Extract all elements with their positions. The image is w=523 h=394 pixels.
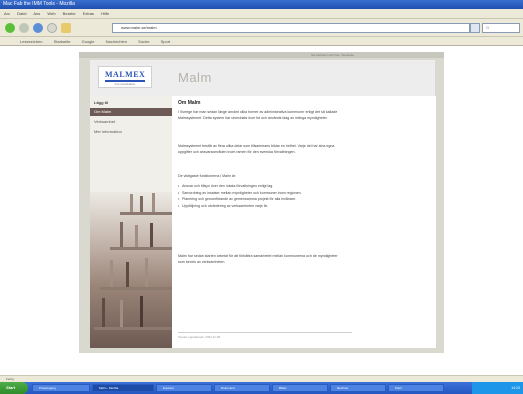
sidebar-item-more-info[interactable]: Mer information [90,128,172,136]
menu-item-view[interactable]: Ans [33,11,40,16]
bookmark-item[interactable]: Sport [161,39,171,44]
address-bar[interactable]: www.malm.se/malm [112,23,470,33]
content-paragraph: Malm har sedan starten arbetat för att f… [178,254,338,264]
taskbar-item[interactable]: Dokument [214,384,270,392]
content-list: Ansvar och tillsyn över den lokala förva… [178,184,340,210]
content-divider [178,332,352,333]
menu-item-file[interactable]: Arc [4,11,10,16]
bookshelf-image [90,192,172,348]
bookmark-item[interactable]: Lesezeichen [20,39,42,44]
logo-subtitle: Kommunikation [114,82,136,86]
forward-icon[interactable] [19,23,29,33]
sidebar-item-activities[interactable]: Verksamhet [90,118,172,126]
content-footer: Senast uppdaterad: 2004-11-08 [178,335,221,339]
reload-icon[interactable] [33,23,43,33]
navigation-toolbar: www.malm.se/malm G [0,19,523,37]
bookmarks-toolbar: Lesezeichen Startseite Google Nachrichte… [0,37,523,46]
sidebar-heading: Lägg til [94,100,109,105]
taskbar: Start Posteingang Malm - Mozilla Explore… [0,382,523,394]
stop-icon[interactable] [47,23,57,33]
taskbar-item[interactable]: Paint [388,384,444,392]
list-item: Planering och genomförande av gemensamma… [178,197,340,203]
content-title: Om Malm [178,100,201,106]
menu-item-go[interactable]: Web [47,11,55,16]
page-title: Malm [178,70,212,85]
content-paragraph: I Sverige har man sedan länge använt oli… [178,110,338,120]
search-input[interactable]: G [482,23,520,33]
content-paragraph: De viktigaste funktionerna i Malm är: [178,174,237,178]
main-content: Om Malm I Sverige har man sedan länge an… [172,96,436,348]
content-paragraph: Malmsystemet består av flera olika delar… [178,144,335,154]
taskbar-item[interactable]: Posteingang [32,384,90,392]
list-item: Uppföljning och utvärdering av verksamhe… [178,204,340,210]
menu-bar: Arc Datei Ans Web Bearbe Extras Hilfe [0,9,523,19]
menu-item-edit[interactable]: Datei [17,11,26,16]
menu-item-bookmarks[interactable]: Bearbe [63,11,76,16]
taskbar-item[interactable]: Bilder [272,384,328,392]
taskbar-item-active[interactable]: Malm - Mozilla [92,384,154,392]
page-viewport: Sie befinden sich hier: Startseite MALME… [0,46,523,368]
sidebar: Lägg til Om Malm Verksamhet Mer informat… [90,96,172,348]
menu-item-tools[interactable]: Extras [83,11,94,16]
bookmark-item[interactable]: Startseite [54,39,71,44]
list-item: Ansvar och tillsyn över den lokala förva… [178,184,340,190]
bookmark-item[interactable]: Nachrichten [106,39,127,44]
taskbar-item[interactable]: Rechner [330,384,386,392]
start-button[interactable]: Start [0,382,28,394]
list-item: Samordning av insatser mellan myndighete… [178,191,340,197]
taskbar-item[interactable]: Explorer [156,384,212,392]
status-bar: Fertig [0,375,523,382]
system-tray-clock[interactable]: 14:23 [472,382,523,394]
site-logo[interactable]: MALMEX Kommunikation [98,66,152,88]
bookmark-item[interactable]: Google [82,39,95,44]
bookmark-item[interactable]: Suche [138,39,149,44]
window-title: Mac Fab the IMM Tools - Mozilla [0,0,523,9]
menu-item-help[interactable]: Hilfe [101,11,109,16]
home-icon[interactable] [61,23,71,33]
logo-text: MALMEX [105,70,145,82]
sidebar-item-about[interactable]: Om Malm [90,108,172,116]
back-icon[interactable] [5,23,15,33]
go-button[interactable] [470,23,480,33]
